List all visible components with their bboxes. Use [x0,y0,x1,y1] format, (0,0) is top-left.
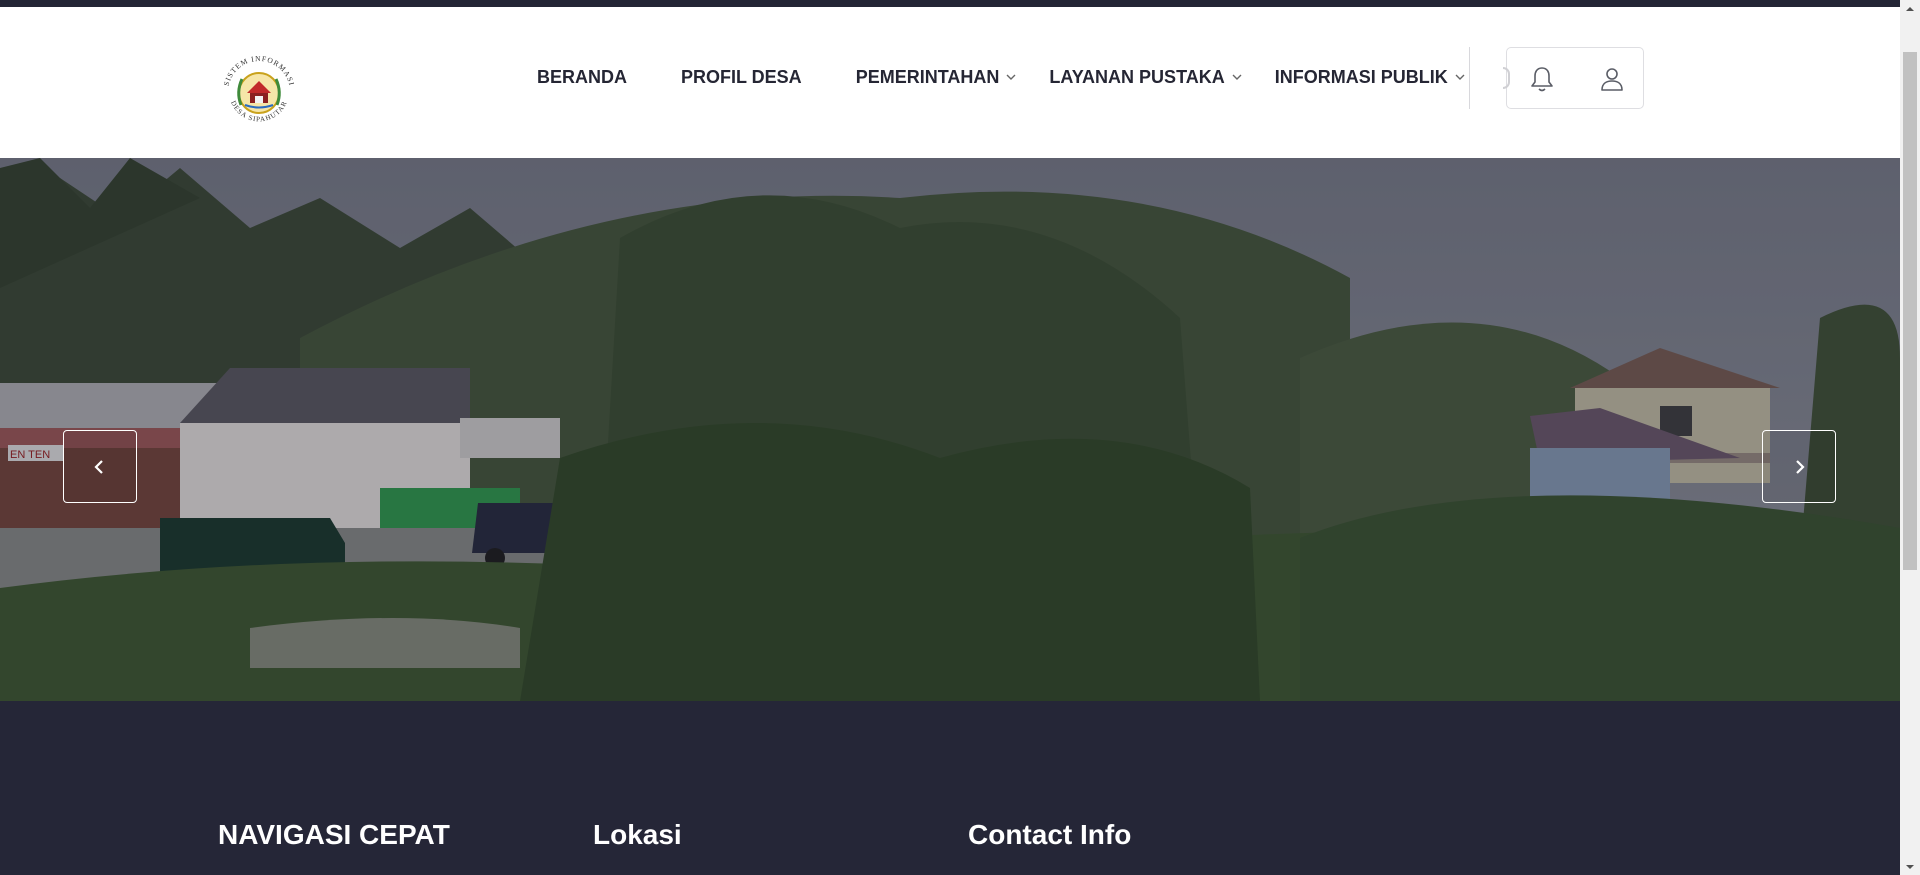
top-strip [0,0,1900,7]
main-nav: BERANDA PROFIL DESA PEMERINTAHAN LAYANAN… [537,59,1466,95]
nav-pemerintahan[interactable]: PEMERINTAHAN [856,67,1018,88]
site-footer: NAVIGASI CEPAT Lokasi Contact Info [0,701,1900,875]
slider-prev-button[interactable] [63,430,137,503]
footer-nav-title: NAVIGASI CEPAT [218,819,450,850]
user-icon[interactable] [1597,64,1627,94]
chevron-right-icon [1796,459,1805,474]
nav-profil-desa-label: PROFIL DESA [681,66,802,87]
header-icon-group [1503,47,1644,109]
nav-pemerintahan-label: PEMERINTAHAN [855,66,1000,87]
site-logo[interactable]: SISTEM INFORMASI DESA SIPAHUTAR [214,47,304,137]
footer-contact-title: Contact Info [968,819,1132,850]
nav-beranda-label: BERANDA [537,66,627,87]
chevron-left-icon [94,459,103,474]
chevron-down-icon [1455,74,1465,80]
chevron-down-icon [1006,74,1016,80]
vertical-scrollbar[interactable] [1900,0,1920,875]
scrollbar-thumb[interactable] [1903,52,1917,570]
nav-divider [1469,47,1470,109]
site-header: SISTEM INFORMASI DESA SIPAHUTAR BERANDA … [0,7,1900,158]
nav-profil-desa[interactable]: PROFIL DESA [681,67,802,88]
nav-informasi-publik-label: INFORMASI PUBLIK [1274,66,1448,87]
nav-informasi-publik[interactable]: INFORMASI PUBLIK [1275,67,1466,88]
footer-location-title: Lokasi [593,819,682,850]
chevron-down-icon [1232,74,1242,80]
slider-next-button[interactable] [1762,430,1836,503]
hero-overlay [0,158,1900,701]
scroll-down-arrow[interactable] [1900,858,1920,875]
partial-glyph [1503,67,1510,89]
nav-beranda[interactable]: BERANDA [537,67,627,88]
scroll-up-arrow[interactable] [1900,0,1920,17]
nav-layanan-pustaka-label: LAYANAN PUSTAKA [1049,66,1225,87]
hero-slider: EN TEN [0,158,1900,701]
nav-layanan-pustaka[interactable]: LAYANAN PUSTAKA [1049,67,1242,88]
bell-icon[interactable] [1527,64,1557,94]
